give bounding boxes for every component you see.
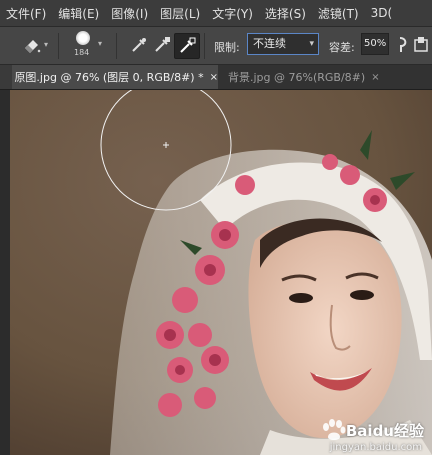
menu-layer[interactable]: 图层(L): [154, 5, 206, 22]
menu-image[interactable]: 图像(I): [105, 5, 154, 22]
limits-select-value: 不连续: [253, 37, 286, 50]
canvas-left-edge: [0, 90, 10, 455]
menu-bar: 文件(F) 编辑(E) 图像(I) 图层(L) 文字(Y) 选择(S) 滤镜(T…: [0, 0, 432, 27]
options-bar: ▾ 184 ▾ 限制: 不连续 ▾ 容差: 50%: [0, 27, 432, 65]
menu-file[interactable]: 文件(F): [0, 5, 52, 22]
chevron-down-icon: ▾: [98, 39, 103, 48]
menu-3d[interactable]: 3D(: [365, 6, 399, 20]
options-divider: [58, 33, 59, 59]
tab-document-background[interactable]: 背景.jpg @ 76%(RGB/8#) ×: [218, 65, 432, 89]
paw-logo-icon: [322, 419, 346, 440]
eraser-tool-icon[interactable]: [20, 33, 44, 57]
options-divider: [204, 33, 205, 59]
tab-document-original[interactable]: 原图.jpg @ 76% (图层 0, RGB/8#) * ×: [0, 65, 218, 89]
document-tab-bar: 原图.jpg @ 76% (图层 0, RGB/8#) * × 背景.jpg @…: [0, 65, 432, 90]
tab-label: 背景.jpg @ 76%(RGB/8#): [228, 71, 366, 84]
menu-filter[interactable]: 滤镜(T): [312, 5, 365, 22]
close-icon[interactable]: ×: [371, 72, 379, 83]
eyedropper-background-icon[interactable]: [174, 33, 200, 59]
watermark-url: jingyan.baidu.com: [329, 442, 422, 453]
menu-select[interactable]: 选择(S): [259, 5, 312, 22]
eyedropper-once-icon[interactable]: [150, 33, 174, 57]
brush-tip-icon: [76, 31, 90, 45]
options-divider: [116, 33, 117, 59]
brush-size-value: 184: [74, 48, 90, 57]
limits-select[interactable]: 不连续 ▾: [247, 33, 319, 55]
tolerance-input[interactable]: 50%: [361, 33, 389, 55]
menu-edit[interactable]: 编辑(E): [52, 5, 105, 22]
menu-type[interactable]: 文字(Y): [206, 5, 259, 22]
canvas-area[interactable]: Baidu经验 jingyan.baidu.com: [0, 90, 432, 455]
eyedropper-sample-icon[interactable]: [127, 33, 151, 57]
protect-foreground-icon[interactable]: [410, 33, 432, 57]
bride-photo[interactable]: [10, 90, 432, 455]
tolerance-label: 容差:: [329, 41, 355, 54]
tab-grip: [0, 65, 13, 89]
watermark-brand: Baidu经验: [345, 421, 424, 440]
limits-label: 限制:: [214, 41, 240, 54]
tab-label: 原图.jpg @ 76% (图层 0, RGB/8#) *: [14, 71, 204, 84]
chevron-down-icon: ▾: [309, 39, 314, 49]
tool-preset-caret-icon[interactable]: ▾: [44, 40, 48, 49]
baidu-watermark: Baidu经验: [320, 419, 424, 441]
close-icon[interactable]: ×: [210, 72, 218, 83]
